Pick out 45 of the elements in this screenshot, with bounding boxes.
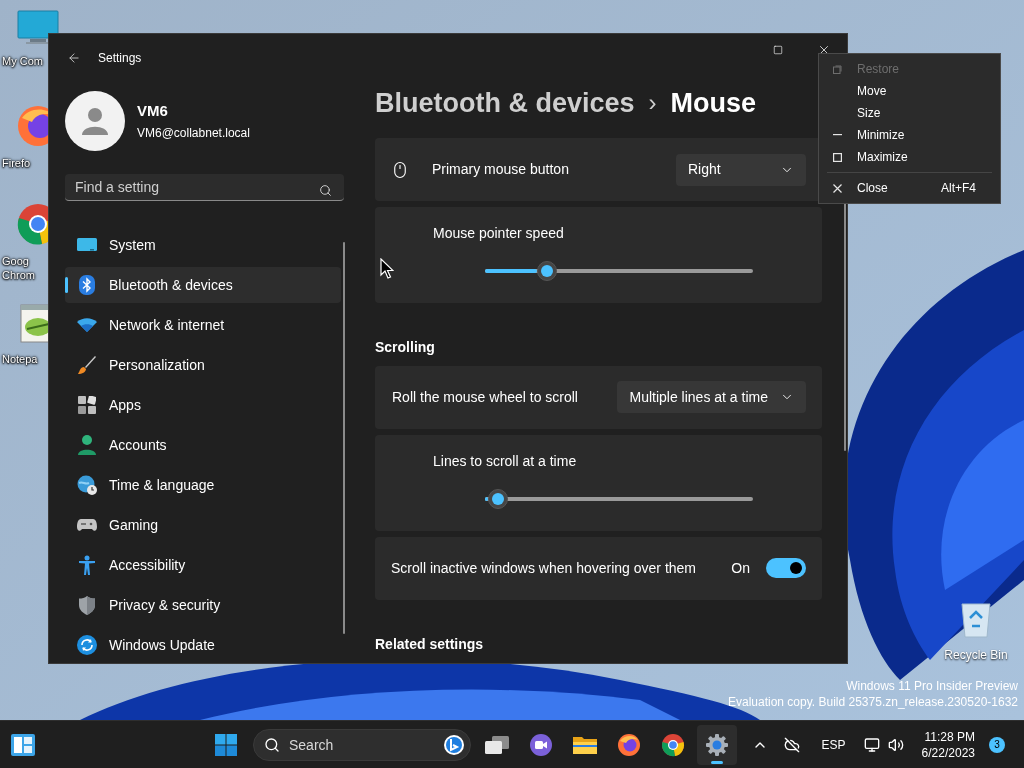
setting-label: Primary mouse button (432, 160, 570, 179)
nav-item[interactable]: Accounts (65, 427, 341, 463)
setting-label: Scroll inactive windows when hovering over them (391, 558, 698, 578)
nav-item[interactable]: Apps (65, 387, 341, 423)
setting-label: Roll the mouse wheel to scroll (392, 387, 579, 407)
icon-label: Notepa (2, 352, 38, 366)
nav-item[interactable]: Privacy & security (65, 587, 341, 623)
icon-label: Firefo (2, 156, 31, 170)
taskbar-search[interactable]: Search (253, 728, 471, 761)
setting-label: Mouse pointer speed (433, 224, 564, 244)
nav-item[interactable]: Bluetooth & devices (65, 267, 341, 303)
language-indicator[interactable]: ESP (815, 728, 852, 761)
nav-item[interactable]: Gaming (65, 507, 341, 543)
menu-item[interactable]: Move (819, 80, 1000, 102)
watermark-text: Windows 11 Pro Insider Preview (846, 678, 1018, 694)
nav-item[interactable]: Personalization (65, 347, 341, 383)
icon-label: Recycle Bin (944, 647, 1008, 664)
nav-item[interactable]: Time & language (65, 467, 341, 503)
setting-label: Lines to scroll at a time (433, 452, 577, 472)
dropdown[interactable]: Multiple lines at a time (617, 381, 806, 414)
section-heading: Related settings (375, 635, 485, 654)
section-heading: Scrolling (375, 337, 436, 357)
page-title: Mouse (670, 86, 757, 120)
nav-item[interactable]: System (65, 227, 341, 263)
watermark-text: Evaluation copy. Build 25375.zn_release.230520-1632 (728, 694, 1018, 710)
user-email: VM6@collabnet.local (137, 125, 250, 143)
breadcrumb-parent[interactable]: Bluetooth & devices (375, 82, 635, 124)
nav-item[interactable]: Accessibility (65, 547, 341, 583)
clock[interactable]: 11:28 PM 6/22/2023 (921, 728, 975, 761)
menu-item[interactable]: Minimize (819, 124, 1000, 146)
user-name: VM6 (137, 100, 169, 121)
breadcrumb-separator: › (648, 87, 657, 118)
dropdown[interactable]: Right (676, 153, 806, 186)
nav-item[interactable]: Network & internet (65, 307, 341, 343)
icon-label: Goog (2, 254, 29, 268)
notification-badge[interactable]: 3 (989, 736, 1005, 753)
menu-item[interactable]: Close Alt+F4 (819, 177, 1000, 199)
nav-item[interactable]: Windows Update (65, 627, 341, 663)
toggle-state: On (731, 558, 750, 578)
icon-label: My Com (2, 54, 43, 68)
search-field[interactable]: Find a setting (65, 174, 344, 201)
window-title: Settings (98, 50, 142, 67)
icon-label: Chrom (2, 268, 35, 282)
menu-item[interactable]: Size (819, 102, 1000, 124)
menu-item[interactable]: Maximize (819, 146, 1000, 168)
